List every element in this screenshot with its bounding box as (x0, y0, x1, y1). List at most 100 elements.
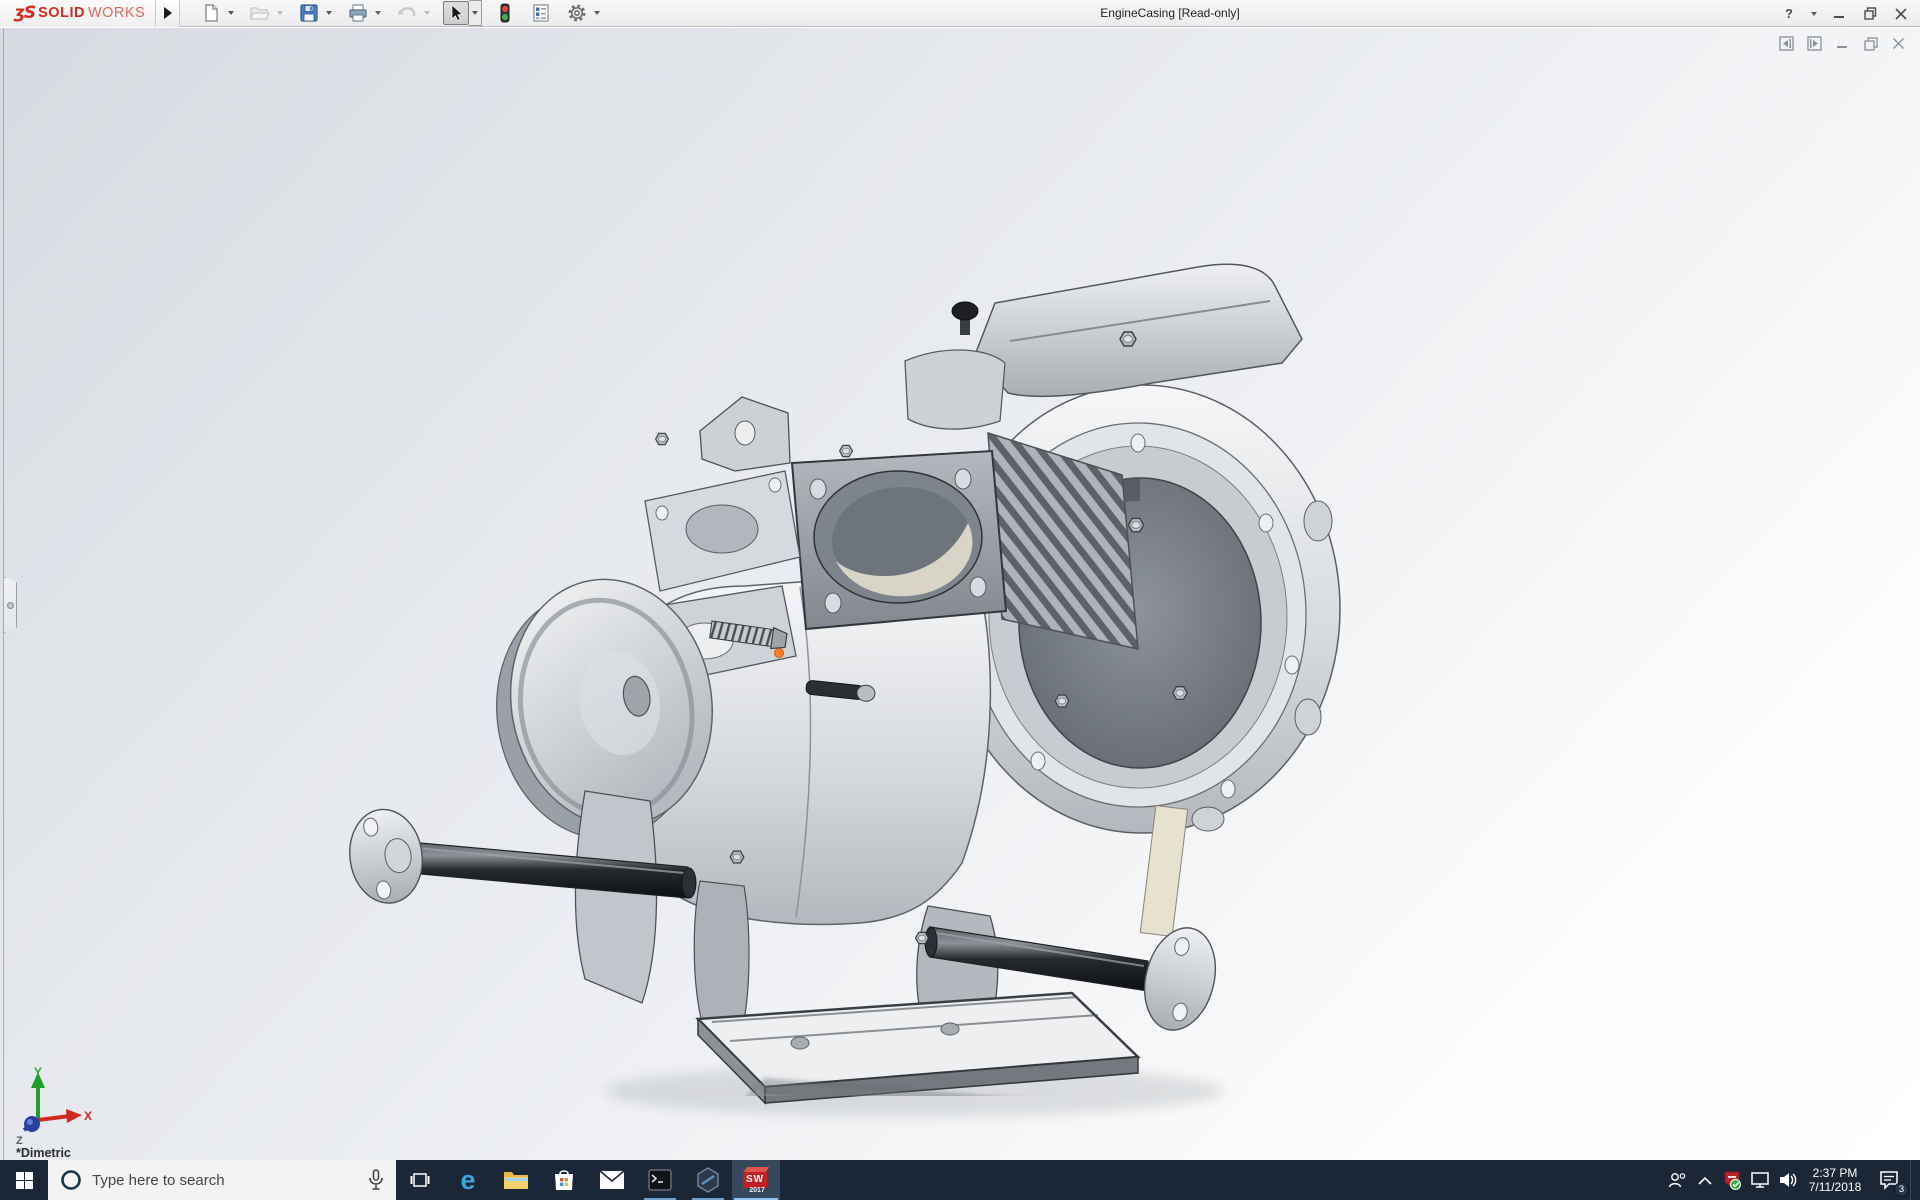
file-explorer-icon (503, 1169, 529, 1191)
mail-icon (599, 1170, 625, 1190)
graphics-area[interactable]: Y X Z *Dimetric (0, 28, 1920, 1160)
options-dropdown[interactable] (590, 1, 603, 25)
print-dropdown[interactable] (371, 1, 384, 25)
save-button[interactable] (296, 1, 322, 25)
print-button[interactable] (345, 1, 371, 25)
tray-time: 2:37 PM (1809, 1166, 1862, 1180)
edge-icon: e (453, 1165, 483, 1195)
interference-lights-button[interactable] (492, 1, 518, 25)
gear-icon (566, 2, 588, 24)
help-label: ? (1785, 6, 1793, 21)
show-right-pane-button[interactable] (1807, 36, 1822, 51)
open-document-button[interactable] (247, 1, 273, 25)
tray-volume-button[interactable] (1774, 1160, 1802, 1200)
close-icon (1895, 8, 1907, 20)
save-icon (299, 3, 319, 23)
taskbar-item-app-hexagon[interactable] (684, 1160, 732, 1200)
restore-document-button[interactable] (1863, 36, 1878, 51)
solidworks-logo-mark: ʒS (14, 3, 35, 23)
new-document-button[interactable] (198, 1, 224, 25)
restore-button[interactable] (1859, 3, 1881, 25)
help-button[interactable]: ? (1778, 3, 1800, 25)
close-document-icon (1892, 37, 1905, 50)
solidworks-status-icon (1722, 1170, 1742, 1190)
tray-hidden-icons-button[interactable] (1692, 1160, 1718, 1200)
new-document-icon (201, 3, 221, 23)
chevron-up-icon (1698, 1176, 1712, 1185)
select-cursor-icon (447, 3, 465, 23)
open-document-dropdown[interactable] (273, 1, 286, 25)
traffic-light-icon (497, 2, 513, 24)
tab-handle-dot (7, 602, 14, 609)
save-dropdown[interactable] (322, 1, 335, 25)
reference-triad: Y X Z (4, 1064, 94, 1148)
notification-badge: 3 (1894, 1182, 1909, 1197)
tray-network-button[interactable] (1746, 1160, 1774, 1200)
quick-access-toolbar (198, 0, 611, 26)
undo-icon (396, 3, 418, 23)
document-window-controls (1779, 36, 1906, 51)
tray-people-button[interactable] (1662, 1160, 1692, 1200)
solidworks-cube-face: SW (743, 1172, 767, 1188)
restore-document-icon (1864, 37, 1878, 51)
hexagon-app-icon (694, 1166, 722, 1194)
view-orientation-label: *Dimetric (16, 1146, 71, 1160)
people-icon (1667, 1170, 1687, 1190)
minimize-icon (1833, 8, 1845, 20)
tray-clock[interactable]: 2:37 PM 7/11/2018 (1802, 1160, 1868, 1200)
undo-dropdown[interactable] (420, 1, 433, 25)
tray-solidworks-status[interactable] (1718, 1160, 1746, 1200)
tray-action-center-button[interactable]: 3 (1868, 1160, 1910, 1200)
task-view-icon (410, 1170, 430, 1190)
solidworks-logo: ʒS SOLID WORKS (0, 0, 156, 27)
feature-manager-collapsed-tab[interactable] (4, 577, 17, 633)
taskbar-item-store[interactable] (540, 1160, 588, 1200)
taskbar-item-edge[interactable]: e (444, 1160, 492, 1200)
open-document-icon (249, 3, 271, 23)
options-button[interactable] (564, 1, 590, 25)
volume-icon (1778, 1171, 1798, 1189)
close-button[interactable] (1890, 3, 1912, 25)
taskbar-item-command-prompt[interactable] (636, 1160, 684, 1200)
solidworks-logo-solid: SOLID (38, 5, 85, 21)
menu-flyout-button[interactable] (156, 0, 180, 27)
minimize-document-button[interactable] (1835, 36, 1850, 51)
cortana-icon (60, 1169, 82, 1191)
search-input[interactable] (92, 1160, 352, 1200)
right-pane-icon (1807, 36, 1822, 51)
undo-button[interactable] (394, 1, 420, 25)
show-desktop-button[interactable] (1910, 1160, 1918, 1200)
command-prompt-icon (648, 1169, 672, 1191)
windows-logo-icon (16, 1172, 33, 1189)
design-library-button[interactable] (528, 1, 554, 25)
taskbar-search[interactable] (48, 1160, 396, 1200)
taskbar-item-task-view[interactable] (396, 1160, 444, 1200)
left-pane-icon (1779, 36, 1794, 51)
window-title: EngineCasing [Read-only] (1090, 0, 1250, 27)
windows-taskbar: e (0, 1160, 1920, 1200)
system-tray: 2:37 PM 7/11/2018 3 (1662, 1160, 1918, 1200)
select-tool-button[interactable] (443, 1, 469, 25)
show-left-pane-button[interactable] (1779, 36, 1794, 51)
taskbar-item-solidworks-2017[interactable]: SW 2017 (732, 1160, 780, 1200)
minimize-button[interactable] (1828, 3, 1850, 25)
triad-x-label: X (84, 1109, 92, 1123)
window-controls: ? (1778, 0, 1912, 27)
microphone-icon[interactable] (366, 1169, 386, 1191)
close-document-button[interactable] (1891, 36, 1906, 51)
restore-icon (1864, 7, 1877, 20)
select-tool-dropdown[interactable] (469, 0, 482, 26)
help-dropdown[interactable] (1809, 3, 1819, 25)
solidworks-logo-works: WORKS (88, 5, 145, 21)
minimize-document-icon (1836, 37, 1849, 50)
taskbar-item-mail[interactable] (588, 1160, 636, 1200)
new-document-dropdown[interactable] (224, 1, 237, 25)
taskbar-item-file-explorer[interactable] (492, 1160, 540, 1200)
start-button[interactable] (0, 1160, 48, 1200)
triad-y-label: Y (34, 1065, 42, 1079)
design-library-icon (531, 3, 551, 23)
print-icon (347, 3, 369, 23)
tray-date: 7/11/2018 (1809, 1180, 1862, 1194)
solidworks-cube-year: 2017 (745, 1187, 769, 1194)
solidworks-app-icon: SW 2017 (743, 1167, 769, 1193)
